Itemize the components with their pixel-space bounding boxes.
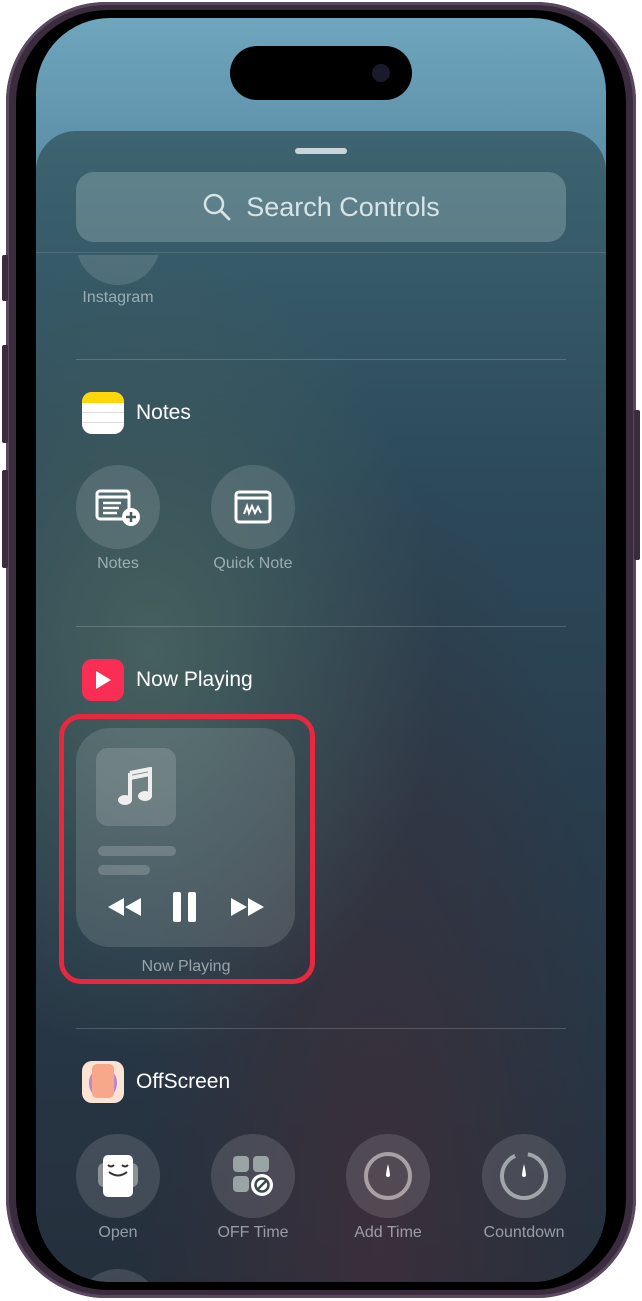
section-header-now-playing: Now Playing bbox=[82, 659, 253, 701]
now-playing-app-icon bbox=[82, 659, 124, 701]
notes-app-icon bbox=[82, 392, 124, 434]
section-header-notes: Notes bbox=[82, 392, 191, 434]
control-label: Instagram bbox=[82, 289, 154, 306]
action-button bbox=[2, 255, 8, 301]
front-camera bbox=[372, 64, 390, 82]
countdown-control[interactable] bbox=[482, 1134, 566, 1218]
section-title: OffScreen bbox=[136, 1070, 231, 1093]
divider bbox=[76, 1028, 566, 1029]
section-header-offscreen: OffScreen bbox=[82, 1061, 230, 1103]
magnifier-icon bbox=[203, 193, 231, 221]
open-control[interactable] bbox=[76, 1134, 160, 1218]
control-label: Countdown bbox=[483, 1224, 565, 1241]
offscreen-face-icon bbox=[98, 1155, 138, 1197]
side-button bbox=[634, 410, 640, 560]
control-label: Notes bbox=[97, 555, 139, 572]
search-controls-field[interactable]: Search Controls bbox=[76, 172, 566, 242]
screen: Search Controls Instagram Notes Notes Qu… bbox=[36, 18, 606, 1282]
quick-note-icon bbox=[234, 490, 272, 524]
apps-blocked-icon bbox=[233, 1156, 273, 1196]
next-control-partial[interactable] bbox=[76, 1269, 160, 1282]
add-time-control[interactable] bbox=[346, 1134, 430, 1218]
off-time-control[interactable] bbox=[211, 1134, 295, 1218]
controls-gallery-sheet: Search Controls Instagram Notes Notes Qu… bbox=[36, 131, 606, 1282]
control-label: OFF Time bbox=[217, 1224, 289, 1241]
sheet-grabber[interactable] bbox=[295, 148, 347, 154]
section-title: Now Playing bbox=[136, 668, 253, 691]
control-label: Quick Note bbox=[213, 555, 293, 572]
notes-control[interactable] bbox=[76, 465, 160, 549]
highlight-box bbox=[59, 714, 315, 984]
countdown-icon bbox=[500, 1152, 548, 1200]
offscreen-app-icon bbox=[82, 1061, 124, 1103]
control-label: Open bbox=[98, 1224, 138, 1241]
timer-dial-icon bbox=[364, 1152, 412, 1200]
divider bbox=[76, 359, 566, 360]
control-label: Add Time bbox=[354, 1224, 422, 1241]
new-note-icon bbox=[95, 489, 140, 526]
volume-down-button bbox=[2, 470, 8, 568]
divider bbox=[36, 252, 606, 253]
volume-up-button bbox=[2, 345, 8, 443]
search-placeholder: Search Controls bbox=[246, 191, 440, 222]
divider bbox=[76, 626, 566, 627]
section-title: Notes bbox=[136, 401, 191, 424]
quick-note-control[interactable] bbox=[211, 465, 295, 549]
